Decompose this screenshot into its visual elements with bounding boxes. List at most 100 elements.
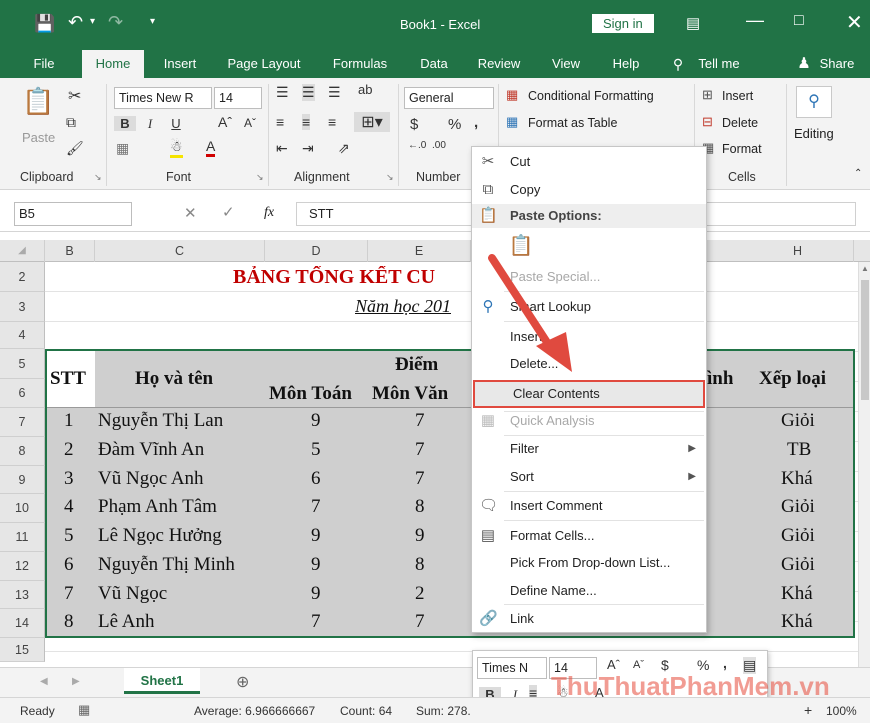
search-icon[interactable]: ⚲ [796, 86, 832, 118]
editing-button[interactable]: Editing [794, 126, 834, 141]
menu-item-copy[interactable]: ⧉ Copy [472, 178, 706, 202]
cell-name[interactable]: Vũ Ngọc Anh [98, 468, 204, 490]
tab-review[interactable]: Review [472, 50, 526, 78]
ribbon-display-icon[interactable]: ▤ [686, 14, 700, 32]
tab-view[interactable]: View [546, 50, 586, 78]
customize-qat-icon[interactable]: ▾ [150, 16, 155, 27]
collapse-ribbon-icon[interactable]: ⌃ [854, 168, 862, 179]
format-as-table-icon[interactable]: ▦ [506, 114, 518, 130]
cell-math[interactable]: 7 [311, 611, 321, 633]
row-header[interactable]: 9 [0, 466, 45, 494]
enter-icon[interactable]: ✓ [222, 203, 235, 221]
cell-rank[interactable]: Khá [781, 611, 813, 633]
cell-name[interactable]: Nguyễn Thị Minh [98, 554, 235, 576]
clipboard-launcher-icon[interactable]: ↘ [94, 172, 102, 183]
tab-formulas[interactable]: Formulas [326, 50, 394, 78]
cell-stt[interactable]: 8 [64, 611, 74, 633]
insert-cells-icon[interactable]: ⊞ [702, 87, 713, 103]
comma-button[interactable]: , [474, 114, 478, 131]
cell-math[interactable]: 9 [311, 525, 321, 547]
percent-button[interactable]: % [448, 116, 461, 133]
format-as-table-button[interactable]: Format as Table [528, 116, 617, 130]
middle-align-icon[interactable]: ☰ [302, 84, 315, 101]
column-header-b[interactable]: B [45, 240, 95, 262]
cell-literature[interactable]: 7 [415, 410, 425, 432]
close-icon[interactable]: ✕ [846, 10, 863, 35]
alignment-launcher-icon[interactable]: ↘ [386, 172, 394, 183]
cell-name[interactable]: Đàm Vĩnh An [98, 439, 204, 461]
cell-rank[interactable]: TB [787, 439, 811, 461]
column-header-e[interactable]: E [368, 240, 471, 262]
row-header[interactable]: 14 [0, 609, 45, 638]
scroll-thumb[interactable] [861, 280, 869, 400]
prev-sheet-icon[interactable]: ◀ [40, 676, 48, 687]
cell-rank[interactable]: Giỏi [781, 554, 815, 576]
increase-indent-icon[interactable]: ⇥ [302, 140, 314, 157]
font-launcher-icon[interactable]: ↘ [256, 172, 264, 183]
increase-decimal-icon[interactable]: ←.0 [408, 140, 426, 151]
menu-item-define-name[interactable]: Define Name... [472, 579, 706, 603]
font-color-icon[interactable]: A [206, 138, 216, 157]
sheet-tab-sheet1[interactable]: Sheet1 [124, 668, 200, 694]
tab-data[interactable]: Data [414, 50, 454, 78]
cell-stt[interactable]: 4 [64, 496, 74, 518]
orientation-icon[interactable]: ab [358, 82, 372, 97]
row-header[interactable]: 13 [0, 581, 45, 609]
cell-literature[interactable]: 7 [415, 439, 425, 461]
mini-decrease-font-icon[interactable]: Aˇ [633, 659, 644, 671]
cell-stt[interactable]: 5 [64, 525, 74, 547]
menu-item-cut[interactable]: ✂ Cut [472, 150, 706, 174]
cell-literature[interactable]: 8 [415, 496, 425, 518]
menu-item-filter[interactable]: Filter ▶ [472, 437, 706, 461]
row-header[interactable]: 5 [0, 349, 45, 379]
angle-text-icon[interactable]: ⇗ [338, 140, 350, 157]
scroll-up-icon[interactable]: ▲ [861, 264, 869, 273]
row-header[interactable]: 15 [0, 638, 45, 662]
paste-button[interactable]: Paste [22, 130, 55, 145]
row-header[interactable]: 3 [0, 292, 45, 322]
number-format-dropdown[interactable]: General [404, 87, 494, 109]
cell-stt[interactable]: 1 [64, 410, 74, 432]
select-all-corner[interactable]: ◢ [0, 240, 45, 262]
cell-name[interactable]: Lê Ngọc Hưởng [98, 525, 222, 547]
bold-button[interactable]: B [114, 116, 136, 131]
paste-icon[interactable]: 📋 [22, 86, 54, 117]
italic-button[interactable]: I [140, 116, 160, 132]
cancel-icon[interactable]: ✕ [184, 204, 197, 222]
top-align-icon[interactable]: ☰ [276, 84, 289, 101]
currency-button[interactable]: $ [410, 116, 418, 133]
row-header[interactable]: 12 [0, 552, 45, 581]
cut-icon[interactable]: ✂ [68, 86, 81, 106]
macro-record-icon[interactable]: ▦ [78, 702, 90, 718]
row-header[interactable]: 4 [0, 322, 45, 349]
cell-stt[interactable]: 7 [64, 583, 74, 605]
cell-rank[interactable]: Khá [781, 583, 813, 605]
menu-item-sort[interactable]: Sort ▶ [472, 465, 706, 489]
menu-item-link[interactable]: 🔗 Link [472, 607, 706, 631]
fill-color-icon[interactable]: ☃ [170, 138, 183, 158]
cell-literature[interactable]: 8 [415, 554, 425, 576]
zoom-level[interactable]: 100% [826, 704, 857, 718]
cell-rank[interactable]: Khá [781, 468, 813, 490]
cell-name[interactable]: Vũ Ngọc [98, 583, 167, 605]
bottom-align-icon[interactable]: ☰ [328, 84, 341, 101]
font-size-dropdown[interactable]: 14 [214, 87, 262, 109]
maximize-icon[interactable]: □ [794, 12, 804, 30]
cell-name[interactable]: Nguyễn Thị Lan [98, 410, 223, 432]
cell-stt[interactable]: 2 [64, 439, 74, 461]
decrease-font-icon[interactable]: Aˇ [244, 116, 256, 130]
zoom-in-icon[interactable]: + [804, 702, 812, 718]
cell-math[interactable]: 9 [311, 583, 321, 605]
cell-math[interactable]: 6 [311, 468, 321, 490]
format-painter-icon[interactable]: 🖌 [66, 140, 84, 157]
cell-math[interactable]: 7 [311, 496, 321, 518]
mini-font-dropdown[interactable]: Times N [477, 657, 547, 679]
delete-cells-icon[interactable]: ⊟ [702, 114, 713, 130]
align-left-icon[interactable]: ≡ [276, 114, 284, 130]
conditional-formatting-icon[interactable]: ▦ [506, 87, 518, 103]
increase-font-icon[interactable]: Aˆ [218, 114, 232, 130]
decrease-indent-icon[interactable]: ⇤ [276, 140, 288, 157]
column-header-h[interactable]: H [742, 240, 854, 262]
center-icon[interactable]: ≡ [302, 114, 311, 130]
insert-function-button[interactable]: fx [264, 205, 274, 221]
